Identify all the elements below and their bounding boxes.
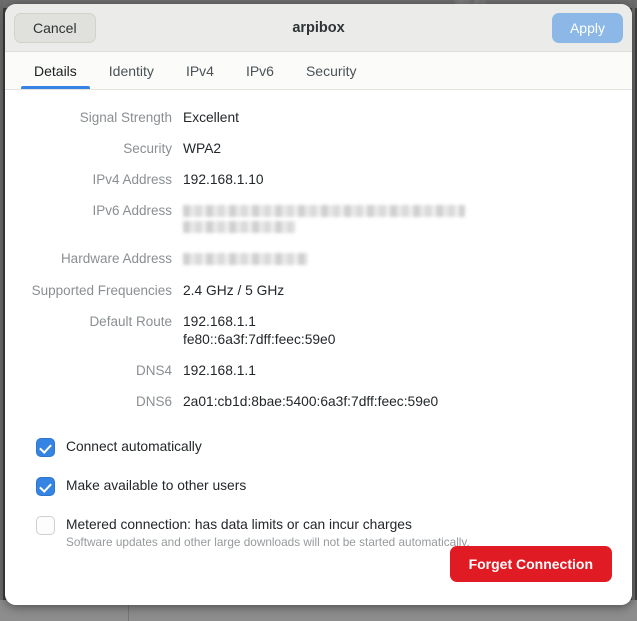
detail-row: Supported Frequencies 2.4 GHz / 5 GHz	[5, 282, 632, 300]
tab-ipv6[interactable]: IPv6	[230, 52, 290, 89]
detail-value-line: 2a01:cb1d:8bae:5400:6a3f:7dff:feec:59e0	[183, 394, 439, 409]
detail-row: Signal Strength Excellent	[5, 109, 632, 127]
detail-label: Hardware Address	[60, 251, 172, 266]
detail-label: IPv4 Address	[92, 172, 172, 187]
tab-label: Security	[305, 62, 357, 79]
make-available-label: Make available to other users	[66, 478, 247, 493]
tab-label: Details	[34, 62, 77, 79]
detail-value-line: 192.168.1.1	[183, 363, 256, 378]
connect-automatically-label: Connect automatically	[66, 439, 202, 454]
detail-label: Default Route	[89, 314, 172, 329]
parent-window-left-edge	[0, 0, 3, 600]
connect-automatically-checkbox[interactable]	[36, 438, 55, 457]
tab-details[interactable]: Details	[18, 52, 93, 89]
tab-label: Identity	[108, 62, 154, 79]
detail-row: Hardware Address	[5, 250, 632, 269]
option-metered-connection[interactable]: Metered connection: has data limits or c…	[36, 515, 632, 550]
detail-value: 192.168.1.1fe80::6a3f:7dff:feec:59e0	[183, 313, 335, 349]
wifi-connection-dialog: Cancel arpibox Apply Details Identity IPv4…	[5, 4, 632, 605]
tab-identity[interactable]: Identity	[93, 52, 170, 89]
tab-label: IPv6	[245, 62, 274, 79]
tab-ipv4[interactable]: IPv4	[170, 52, 230, 89]
details-rows: Signal Strength Excellent Security WPA2 IPv4…	[5, 109, 632, 411]
option-make-available[interactable]: Make available to other users	[36, 476, 632, 496]
detail-row: Default Route 192.168.1.1fe80::6a3f:7dff:…	[5, 313, 632, 349]
options-section: Connect automatically Make available to …	[5, 437, 632, 550]
detail-row: IPv4 Address 192.168.1.10	[5, 171, 632, 189]
detail-value-line: WPA2	[183, 141, 222, 156]
detail-value	[183, 250, 308, 269]
tab-bar: Details Identity IPv4 IPv6 Security	[5, 52, 632, 90]
detail-row: DNS6 2a01:cb1d:8bae:5400:6a3f:7dff:feec:5…	[5, 393, 632, 411]
detail-value: 2.4 GHz / 5 GHz	[183, 282, 284, 300]
detail-value-line: Excellent	[183, 110, 239, 125]
detail-label: DNS4	[135, 363, 172, 378]
metered-connection-checkbox[interactable]	[36, 516, 55, 535]
redacted-value	[183, 205, 465, 217]
detail-value-line: 192.168.1.1	[183, 314, 256, 329]
detail-label: Security	[123, 141, 172, 156]
detail-value: WPA2	[183, 140, 221, 158]
apply-button[interactable]: Apply	[551, 12, 623, 43]
forget-connection-button[interactable]: Forget Connection	[449, 546, 612, 582]
detail-row: IPv6 Address	[5, 202, 632, 237]
details-panel: Signal Strength Excellent Security WPA2 IPv4…	[5, 90, 632, 605]
redacted-value	[183, 253, 308, 265]
metered-connection-sublabel: Software updates and other large downloa…	[66, 535, 470, 549]
detail-row: DNS4 192.168.1.1	[5, 362, 632, 380]
metered-connection-label: Metered connection: has data limits or c…	[66, 517, 412, 532]
detail-value: 2a01:cb1d:8bae:5400:6a3f:7dff:feec:59e0	[183, 393, 438, 411]
detail-value: 192.168.1.1	[183, 362, 256, 380]
tab-label: IPv4	[185, 62, 214, 79]
tab-security[interactable]: Security	[290, 52, 373, 89]
dialog-title: arpibox	[292, 19, 345, 36]
detail-row: Security WPA2	[5, 140, 632, 158]
redacted-value	[183, 221, 296, 233]
detail-label: Supported Frequencies	[31, 283, 172, 298]
dialog-headerbar: Cancel arpibox Apply	[5, 4, 632, 52]
detail-value: 192.168.1.10	[183, 171, 264, 189]
detail-value-line: 2.4 GHz / 5 GHz	[183, 283, 285, 298]
parent-window-right-edge	[632, 0, 635, 600]
detail-value: Excellent	[183, 109, 239, 127]
detail-label: Signal Strength	[79, 110, 172, 125]
detail-label: DNS6	[135, 394, 172, 409]
detail-value-line-2: fe80::6a3f:7dff:feec:59e0	[183, 332, 336, 347]
detail-value	[183, 202, 465, 237]
detail-label: IPv6 Address	[92, 203, 172, 218]
make-available-checkbox[interactable]	[36, 477, 55, 496]
forget-connection-area: Forget Connection	[449, 546, 612, 582]
cancel-button[interactable]: Cancel	[14, 12, 96, 43]
metered-connection-text: Metered connection: has data limits or c…	[66, 515, 470, 550]
option-connect-automatically[interactable]: Connect automatically	[36, 437, 632, 457]
detail-value-line: 192.168.1.10	[183, 172, 264, 187]
